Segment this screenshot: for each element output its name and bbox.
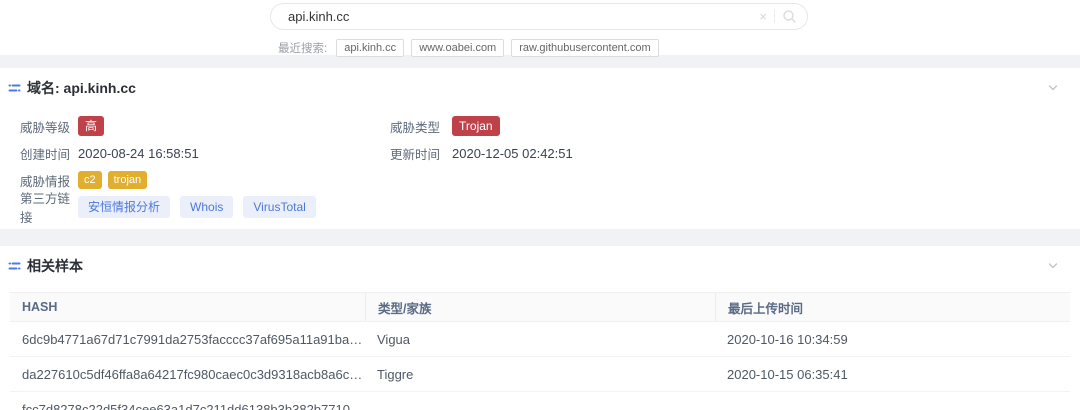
updated-time-label: 更新时间 [390, 144, 440, 163]
hash-cell: fcc7d8278c22d5f34cee63a1d7c211dd6138b3b3… [10, 402, 365, 410]
chevron-down-icon[interactable] [1046, 259, 1060, 273]
intel-tag[interactable]: c2 [78, 171, 102, 189]
samples-card: 相关样本 HASH 类型/家族 最后上传时间 6dc9b4771a67d71c7… [0, 246, 1080, 410]
type-family-cell: Tiggre [365, 367, 715, 382]
section-list-icon [8, 82, 21, 95]
search-input[interactable] [288, 9, 759, 24]
updated-time-value: 2020-12-05 02:42:51 [452, 146, 573, 161]
type-family-cell: Vigua [365, 332, 715, 347]
column-header-last-upload: 最后上传时间 [715, 293, 1070, 321]
threat-level-badge: 高 [78, 116, 104, 136]
third-party-links-label: 第三方链接 [20, 188, 78, 226]
third-party-link[interactable]: 安恒情报分析 [78, 196, 170, 218]
third-party-link[interactable]: Whois [180, 196, 233, 218]
table-row[interactable]: fcc7d8278c22d5f34cee63a1d7c211dd6138b3b3… [10, 392, 1070, 410]
hash-cell: 6dc9b4771a67d71c7991da2753facccc37af695a… [10, 332, 365, 347]
last-upload-cell: – [715, 402, 1070, 410]
last-upload-cell: 2020-10-16 10:34:59 [715, 332, 1070, 347]
type-family-cell: – [365, 402, 715, 410]
samples-card-header: 相关样本 [0, 246, 1080, 282]
third-party-link[interactable]: VirusTotal [243, 196, 315, 218]
domain-title: 域名: api.kinh.cc [27, 78, 136, 98]
search-bar[interactable]: × [270, 3, 808, 30]
chevron-down-icon[interactable] [1046, 81, 1060, 95]
recent-searches-label: 最近搜索: [278, 40, 327, 56]
domain-card: 域名: api.kinh.cc 威胁等级 高 威胁类型 Trojan 创建时间 … [0, 68, 1080, 229]
section-list-icon [8, 260, 21, 273]
table-row[interactable]: 6dc9b4771a67d71c7991da2753facccc37af695a… [10, 322, 1070, 357]
search-divider [774, 10, 775, 23]
search-actions: × [759, 9, 797, 24]
column-header-hash: HASH [10, 293, 365, 321]
column-header-type-family: 类型/家族 [365, 293, 715, 321]
search-icon[interactable] [782, 9, 797, 24]
table-row[interactable]: da227610c5df46ffa8a64217fc980caec0c3d931… [10, 357, 1070, 392]
created-time-label: 创建时间 [20, 144, 78, 163]
threat-type-label: 威胁类型 [390, 117, 440, 136]
clear-icon[interactable]: × [759, 10, 767, 23]
recent-search-tag[interactable]: www.oabei.com [411, 39, 504, 57]
recent-search-tag[interactable]: api.kinh.cc [336, 39, 404, 57]
threat-intel-label: 威胁情报 [20, 171, 78, 190]
domain-card-header: 域名: api.kinh.cc [0, 68, 1080, 104]
threat-type-badge: Trojan [452, 116, 500, 136]
last-upload-cell: 2020-10-15 06:35:41 [715, 367, 1070, 382]
samples-table-header: HASH 类型/家族 最后上传时间 [10, 292, 1070, 322]
intel-tag[interactable]: trojan [108, 171, 148, 189]
samples-table: HASH 类型/家族 最后上传时间 6dc9b4771a67d71c7991da… [10, 292, 1070, 410]
samples-title: 相关样本 [27, 256, 83, 276]
search-area: × 最近搜索: api.kinh.cc www.oabei.com raw.gi… [0, 0, 1080, 55]
recent-search-tag[interactable]: raw.githubusercontent.com [511, 39, 658, 57]
domain-fields: 威胁等级 高 威胁类型 Trojan 创建时间 2020-08-24 16:58… [0, 104, 1080, 229]
hash-cell: da227610c5df46ffa8a64217fc980caec0c3d931… [10, 367, 365, 382]
threat-level-label: 威胁等级 [20, 117, 78, 136]
section-gap [0, 229, 1080, 246]
created-time-value: 2020-08-24 16:58:51 [78, 146, 199, 161]
